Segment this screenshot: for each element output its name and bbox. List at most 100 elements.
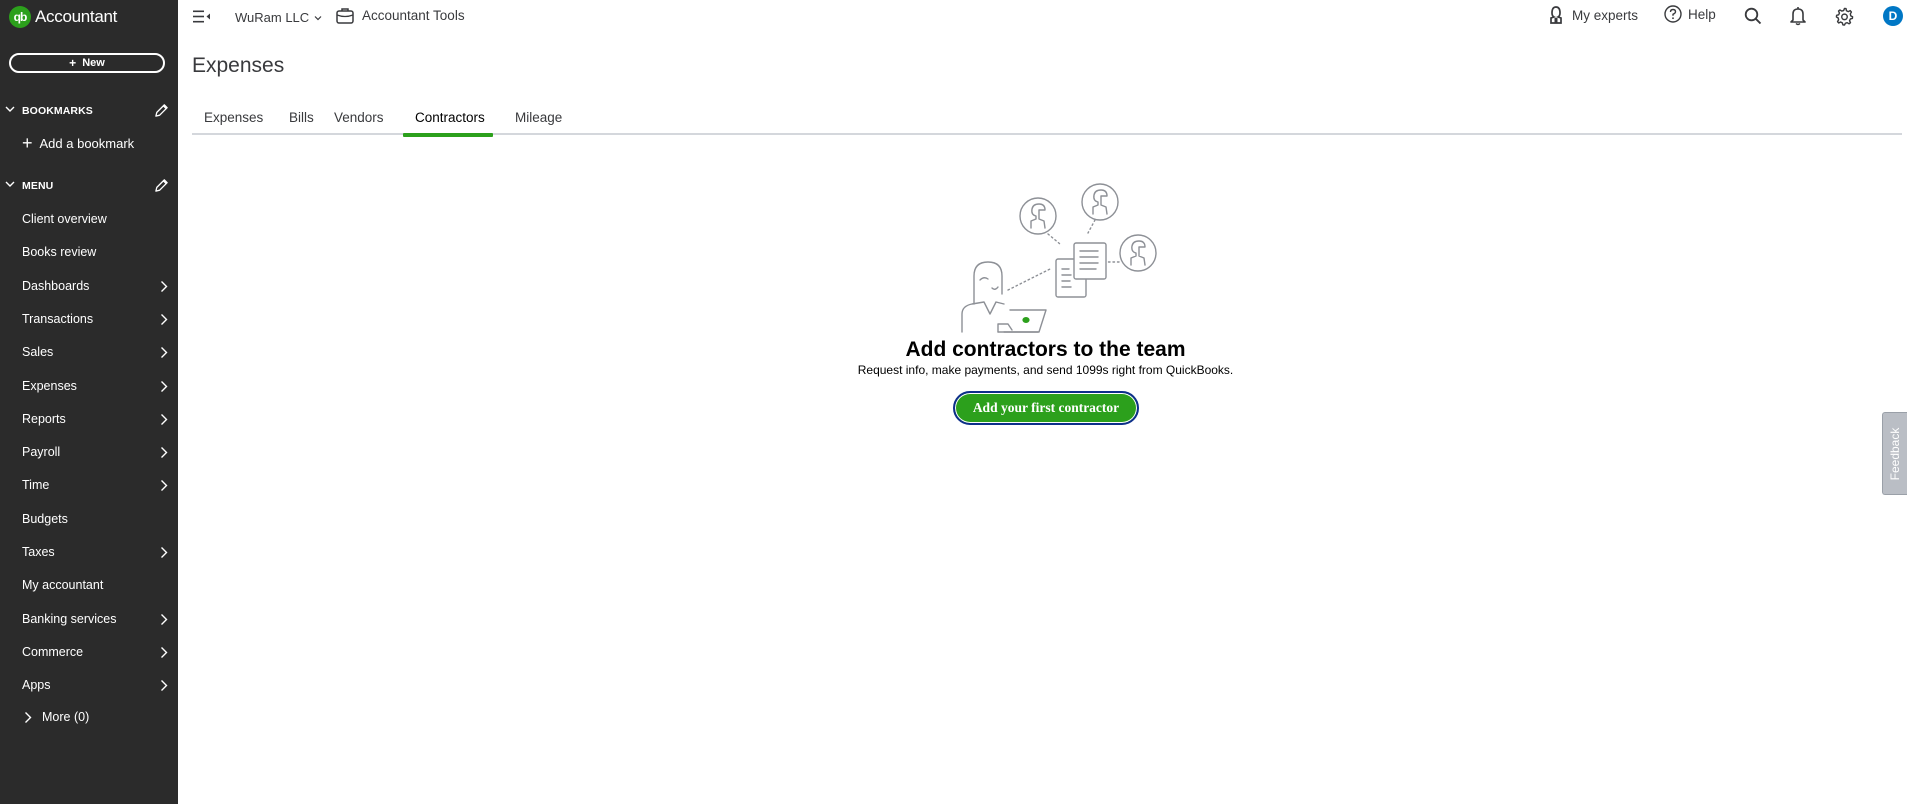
help-label: Help — [1688, 6, 1716, 22]
empty-state-subtitle: Request info, make payments, and send 10… — [857, 363, 1234, 377]
green-dot — [1022, 317, 1030, 323]
expert-person-icon — [1550, 6, 1562, 24]
user-avatar[interactable]: D — [1883, 6, 1903, 26]
settings-gear-icon[interactable] — [1835, 7, 1854, 26]
sidebar-item-my-accountant[interactable]: My accountant — [0, 571, 178, 599]
expenses-tabs: Expenses Bills Vendors Contractors Milea… — [192, 108, 1902, 137]
briefcase-icon — [336, 8, 354, 24]
sidebar-item-time[interactable]: Time — [0, 471, 178, 499]
accountant-tools-label: Accountant Tools — [362, 8, 465, 23]
product-name: Accountant — [35, 7, 118, 26]
contractor-avatar-3 — [1119, 234, 1157, 272]
tab-expenses[interactable]: Expenses — [192, 110, 275, 135]
sidebar-item-client-overview[interactable]: Client overview — [0, 205, 178, 233]
sidebar-item-label: Budgets — [22, 511, 68, 526]
tab-mileage[interactable]: Mileage — [503, 110, 574, 135]
sidebar-item-label: Reports — [22, 411, 66, 426]
tab-label: Expenses — [204, 110, 264, 125]
help-question-icon — [1664, 5, 1682, 23]
sidebar-item-label: Client overview — [22, 212, 107, 226]
sidebar-item-budgets[interactable]: Budgets — [0, 505, 178, 533]
tab-vendors[interactable]: Vendors — [322, 110, 396, 135]
tab-contractors[interactable]: Contractors — [403, 110, 493, 137]
help-button[interactable]: Help — [1664, 5, 1716, 23]
sidebar-item-label: Sales — [22, 345, 54, 360]
empty-state-title: Add contractors to the team — [905, 338, 1186, 361]
chevron-right-icon — [161, 613, 168, 625]
chevron-right-icon — [161, 347, 168, 359]
add-bookmark-button[interactable]: + Add a bookmark — [22, 134, 134, 152]
sidebar-item-dashboards[interactable]: Dashboards — [0, 272, 178, 300]
plus-icon: + — [69, 56, 77, 70]
more-label: More (0) — [42, 710, 90, 724]
edit-menu-pencil-icon[interactable] — [154, 178, 169, 193]
add-bookmark-label: Add a bookmark — [39, 135, 135, 151]
chevron-down-icon — [5, 181, 15, 187]
app-logo[interactable]: qb Accountant — [9, 6, 117, 28]
chevron-right-icon — [161, 413, 168, 425]
my-experts-button[interactable]: My experts — [1549, 6, 1638, 24]
sidebar-item-label: Time — [22, 478, 50, 493]
contractor-avatar-1 — [1019, 197, 1057, 235]
tab-bills[interactable]: Bills — [277, 110, 326, 135]
collapse-menu-icon[interactable] — [193, 10, 211, 23]
tab-label: Mileage — [515, 110, 563, 125]
search-icon[interactable] — [1744, 7, 1762, 25]
sidebar-item-label: Commerce — [22, 644, 84, 659]
company-name: WuRam LLC — [235, 10, 310, 25]
chevron-right-icon — [161, 480, 168, 492]
chevron-right-icon — [161, 280, 168, 292]
bookmarks-heading: BOOKMARKS — [22, 105, 93, 117]
notifications-bell-icon[interactable] — [1790, 6, 1806, 26]
top-bar: WuRam LLC Accountant Tools My experts He… — [178, 0, 1907, 34]
sidebar-item-label: Taxes — [22, 545, 55, 559]
company-switcher[interactable]: WuRam LLC — [235, 10, 322, 25]
my-experts-label: My experts — [1572, 7, 1639, 23]
sidebar-item-apps[interactable]: Apps — [0, 671, 178, 699]
tab-label: Bills — [289, 110, 314, 125]
chevron-right-icon — [161, 646, 168, 658]
sidebar-item-label: Dashboards — [22, 278, 90, 293]
chevron-right-icon — [161, 380, 168, 392]
page-title: Expenses — [192, 54, 285, 77]
sidebar-item-banking-services[interactable]: Banking services — [0, 605, 178, 633]
sidebar-item-payroll[interactable]: Payroll — [0, 438, 178, 466]
accountant-tools-button[interactable]: Accountant Tools — [336, 7, 465, 24]
sidebar-item-sales[interactable]: Sales — [0, 338, 178, 366]
contractors-illustration — [961, 183, 1157, 333]
plus-icon: + — [22, 133, 33, 153]
more-menu-toggle[interactable]: More (0) — [24, 710, 89, 724]
menu-section-header[interactable]: MENU — [0, 176, 178, 196]
contractor-avatar-2 — [1081, 183, 1119, 221]
sidebar: qb Accountant + New BOOKMARKS + Add a bo… — [0, 0, 178, 804]
menu-heading: MENU — [22, 180, 54, 192]
avatar-initial: D — [1883, 6, 1903, 26]
feedback-tab[interactable]: Feedback — [1882, 412, 1907, 495]
sidebar-item-books-review[interactable]: Books review — [0, 238, 178, 266]
sidebar-item-expenses[interactable]: Expenses — [0, 372, 178, 400]
add-first-contractor-button[interactable]: Add your first contractor — [953, 391, 1139, 425]
sidebar-item-reports[interactable]: Reports — [0, 405, 178, 433]
sidebar-item-label: My accountant — [22, 578, 104, 593]
tab-label: Contractors — [415, 110, 485, 125]
tab-label: Vendors — [334, 110, 384, 125]
feedback-label: Feedback — [1888, 427, 1902, 480]
chevron-right-icon — [161, 313, 168, 325]
chevron-right-icon — [161, 547, 168, 558]
chevron-right-icon — [161, 680, 168, 692]
chevron-right-icon — [25, 711, 32, 723]
sidebar-item-transactions[interactable]: Transactions — [0, 305, 178, 333]
new-button-label: New — [82, 57, 105, 69]
new-button[interactable]: + New — [9, 53, 165, 73]
sidebar-item-commerce[interactable]: Commerce — [0, 638, 178, 666]
edit-bookmarks-pencil-icon[interactable] — [154, 103, 169, 118]
sidebar-item-label: Books review — [22, 245, 97, 260]
chevron-down-icon — [5, 106, 15, 112]
chevron-right-icon — [161, 447, 168, 459]
chevron-down-icon — [314, 15, 322, 20]
sidebar-item-label: Transactions — [22, 311, 94, 326]
sidebar-item-taxes[interactable]: Taxes — [0, 538, 178, 566]
bookmarks-section-header[interactable]: BOOKMARKS — [0, 101, 178, 121]
sidebar-item-label: Banking services — [22, 611, 117, 626]
sidebar-item-label: Payroll — [22, 445, 61, 460]
